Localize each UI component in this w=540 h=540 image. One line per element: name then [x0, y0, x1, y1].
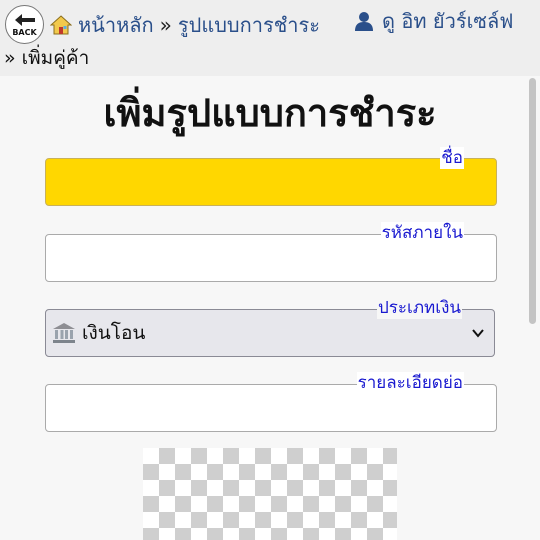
image-upload-placeholder[interactable]: [143, 448, 397, 540]
money-type-value: เงินโอน: [82, 322, 146, 344]
home-icon[interactable]: [50, 14, 72, 36]
back-label: BACK: [12, 27, 37, 37]
money-type-select[interactable]: ประเภทเงิน เงินโอน: [45, 297, 495, 357]
short-detail-label: รายละเอียดย่อ: [356, 372, 464, 394]
user-menu[interactable]: ดู อิท ยัวร์เซล์ฟ: [353, 6, 513, 36]
breadcrumb: หน้าหลัก » รูปแบบการชำระ: [50, 10, 320, 40]
money-type-label: ประเภทเงิน: [376, 297, 462, 319]
short-detail-field[interactable]: รายละเอียดย่อ: [45, 372, 497, 432]
user-icon: [355, 12, 373, 31]
breadcrumb-home-link[interactable]: หน้าหลัก: [78, 9, 154, 41]
sub-breadcrumb[interactable]: » เพิ่มคู่ค้า: [4, 44, 89, 72]
scrollbar[interactable]: [529, 78, 536, 324]
page-title: เพิ่มรูปแบบการชำระ: [103, 91, 437, 135]
user-name: ดู อิท ยัวร์เซล์ฟ: [382, 9, 514, 33]
back-button[interactable]: BACK: [5, 5, 44, 44]
name-field[interactable]: ชื่อ: [45, 147, 497, 206]
breadcrumb-separator: »: [159, 13, 172, 37]
internal-code-field[interactable]: รหัสภายใน: [45, 222, 497, 282]
breadcrumb-current-link[interactable]: รูปแบบการชำระ: [178, 9, 320, 41]
arrow-left-icon: [14, 13, 35, 26]
chevron-down-icon[interactable]: [472, 328, 484, 338]
name-label: ชื่อ: [440, 147, 464, 169]
bank-icon: [53, 323, 75, 343]
internal-code-label: รหัสภายใน: [380, 222, 464, 244]
top-bar: BACK หน้าหลัก » รูปแบบการชำระ ดู อิท ยัว…: [0, 0, 540, 76]
